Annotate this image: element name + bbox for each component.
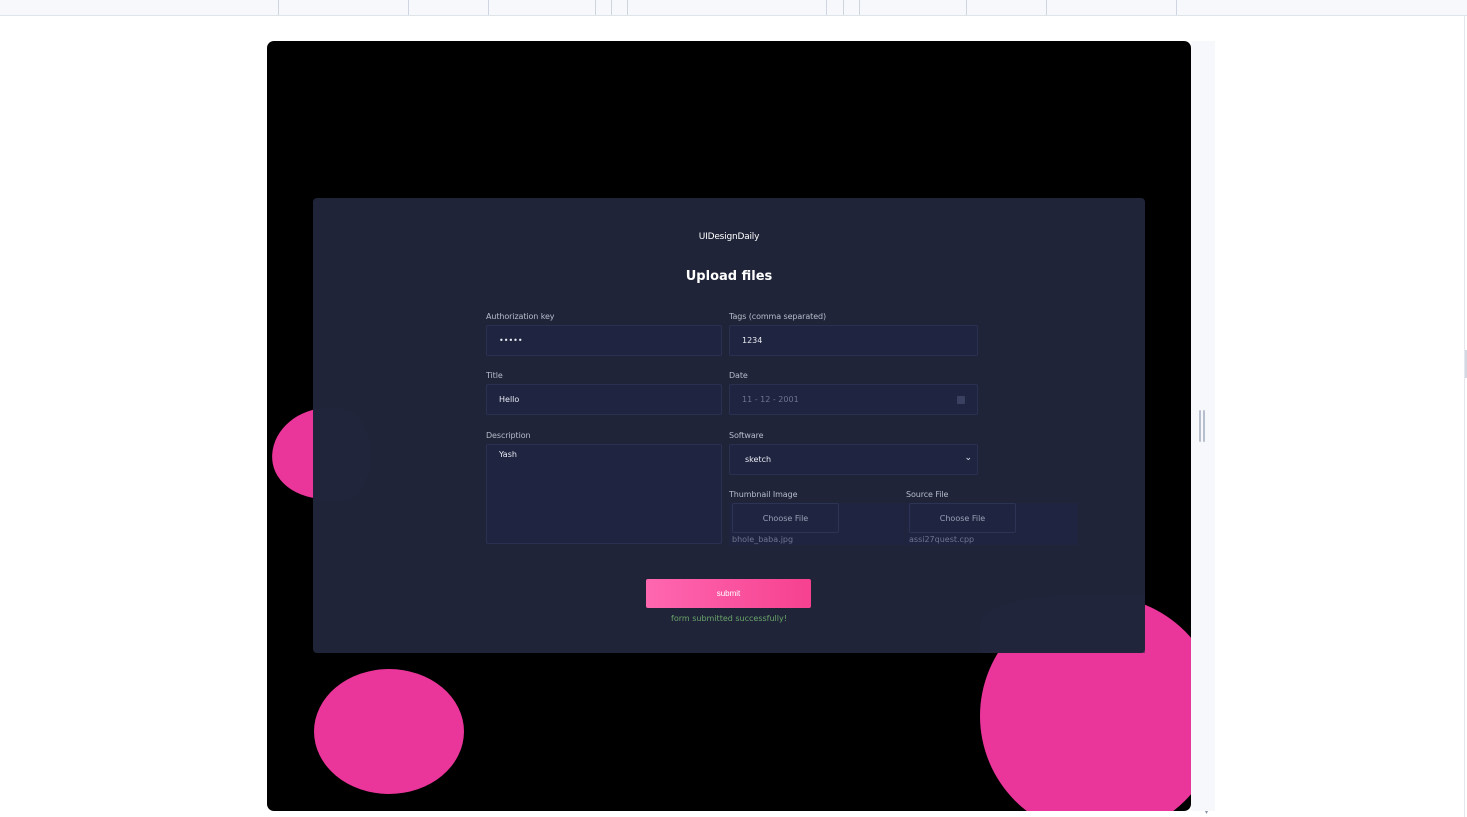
toolbar-divider bbox=[1176, 0, 1177, 15]
toolbar-divider bbox=[1046, 0, 1047, 15]
blob-overlap bbox=[980, 596, 1145, 653]
success-message: form submitted successfully! bbox=[671, 614, 787, 623]
toolbar-divider bbox=[488, 0, 489, 15]
software-label: Software bbox=[729, 431, 764, 440]
panel-border bbox=[1464, 16, 1465, 817]
toolbar-divider bbox=[611, 0, 612, 15]
source-filename: assi27quest.cpp bbox=[909, 535, 975, 544]
title-label: Title bbox=[486, 371, 503, 380]
top-toolbar bbox=[0, 0, 1467, 16]
auth-key-label: Authorization key bbox=[486, 312, 555, 321]
auth-key-input[interactable]: ••••• bbox=[486, 325, 722, 356]
source-choose-file-button[interactable]: Choose File bbox=[909, 503, 1016, 533]
blob-overlap bbox=[313, 409, 371, 501]
toolbar-divider bbox=[408, 0, 409, 15]
scroll-down-icon[interactable]: ▾ bbox=[1205, 810, 1211, 816]
calendar-icon[interactable] bbox=[957, 396, 965, 404]
toolbar-divider bbox=[843, 0, 844, 15]
thumbnail-filename: bhole_baba.jpg bbox=[732, 535, 794, 544]
description-label: Description bbox=[486, 431, 531, 440]
submit-button[interactable]: submit bbox=[646, 579, 811, 608]
brand-logo: UIDesignDaily bbox=[698, 232, 760, 242]
source-file-label: Source File bbox=[906, 490, 949, 499]
thumbnail-choose-file-button[interactable]: Choose File bbox=[732, 503, 839, 533]
tags-input[interactable]: 1234 bbox=[729, 325, 978, 356]
toolbar-divider bbox=[826, 0, 827, 15]
date-input[interactable]: 11 - 12 - 2001 bbox=[729, 384, 978, 415]
toolbar-divider bbox=[966, 0, 967, 15]
software-selected-value: sketch bbox=[745, 455, 772, 464]
decorative-blob bbox=[314, 669, 464, 794]
title-input[interactable]: Hello bbox=[486, 384, 722, 415]
description-textarea[interactable]: Yash bbox=[486, 444, 722, 544]
date-value: 11 - 12 - 2001 bbox=[742, 395, 799, 404]
tags-label: Tags (comma separated) bbox=[729, 312, 827, 321]
thumbnail-label: Thumbnail Image bbox=[729, 490, 798, 499]
toolbar-divider bbox=[278, 0, 279, 15]
upload-card: UIDesignDaily Upload files Authorization… bbox=[313, 198, 1145, 653]
toolbar-divider bbox=[859, 0, 860, 15]
resize-handle-icon[interactable] bbox=[1199, 410, 1206, 442]
toolbar-divider bbox=[627, 0, 628, 15]
toolbar-divider bbox=[595, 0, 596, 15]
software-select[interactable]: sketch ⌄ bbox=[729, 444, 978, 475]
chevron-down-icon: ⌄ bbox=[964, 453, 972, 463]
date-label: Date bbox=[729, 371, 748, 380]
page-title: Upload files bbox=[685, 269, 773, 284]
preview-stage: UIDesignDaily Upload files Authorization… bbox=[267, 41, 1191, 811]
